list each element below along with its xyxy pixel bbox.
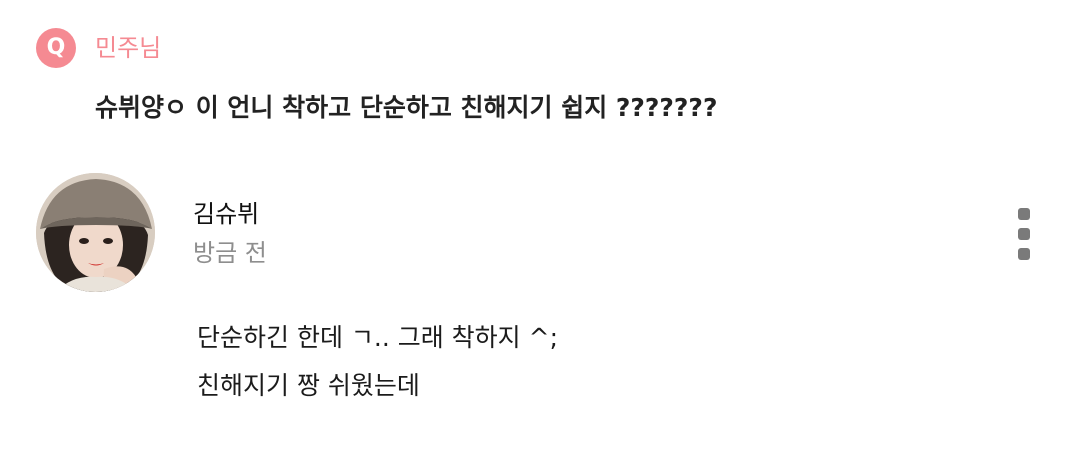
author-name[interactable]: 김슈뷔 (193, 198, 259, 230)
timestamp: 방금 전 (193, 239, 267, 267)
answer-line: 단순하긴 한데 ㄱ.. 그래 착하지 ^; (197, 323, 558, 352)
question-badge: Q (36, 28, 76, 68)
more-options-button[interactable] (1010, 204, 1038, 264)
answer-line: 친해지기 짱 쉬웠는데 (197, 371, 420, 400)
question-text: 슈뷔양ㅇ 이 언니 착하고 단순하고 친해지기 쉽지 ??????? (95, 93, 718, 122)
avatar[interactable] (36, 173, 155, 292)
avatar-photo (36, 173, 155, 292)
answer-text: 단순하긴 한데 ㄱ.. 그래 착하지 ^; 친해지기 짱 쉬웠는데 (197, 314, 558, 410)
asker-name[interactable]: 민주님 (95, 31, 161, 65)
